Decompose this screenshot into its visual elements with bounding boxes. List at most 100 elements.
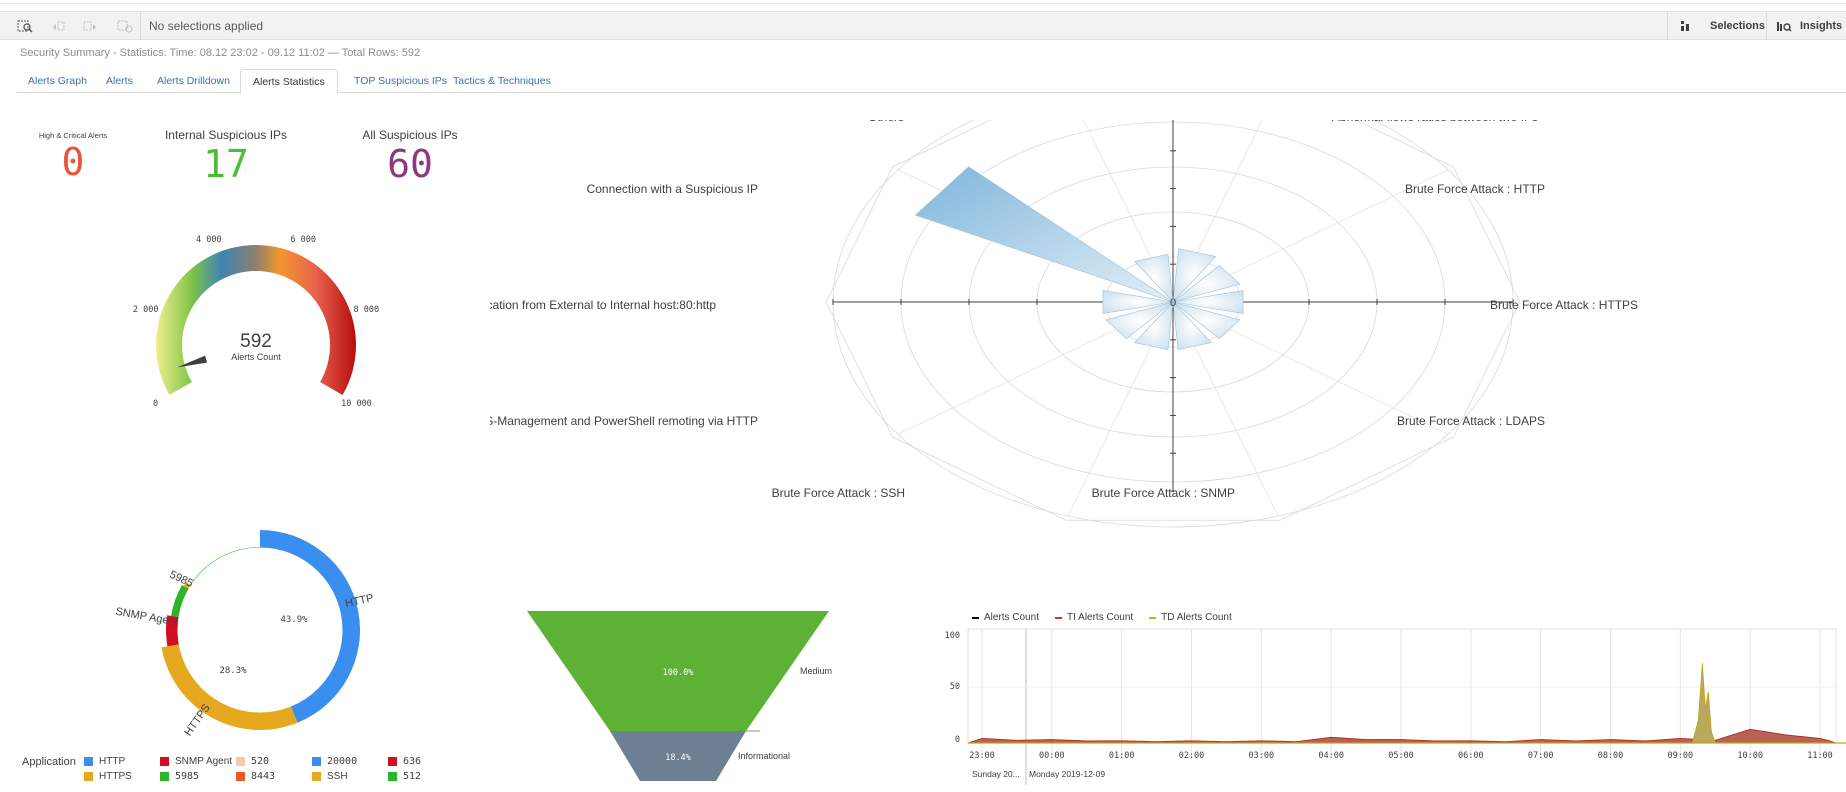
legend-item[interactable]: 8443 xyxy=(236,771,275,782)
timeline-legend: Alerts Count TI Alerts Count TD Alerts C… xyxy=(972,612,1232,623)
legend-item[interactable]: HTTP xyxy=(84,756,125,767)
polar-category-label: Brute Force Attack : HTTP xyxy=(1405,182,1545,196)
tab-tactics-techniques[interactable]: Tactics & Techniques xyxy=(441,69,563,93)
x-tick-label: 00:00 xyxy=(1039,751,1065,761)
kpi-value: 60 xyxy=(387,142,433,186)
kpi-label: All Suspicious IPs xyxy=(362,128,458,142)
kpi-value: 17 xyxy=(203,142,249,186)
gauge-tick-label: 8 000 xyxy=(354,305,380,315)
kpi-high-critical[interactable]: High & Critical Alerts 0 xyxy=(24,131,122,184)
y-tick-label: 0 xyxy=(955,735,960,745)
window-top-edge xyxy=(0,0,1846,4)
x-tick-label: 10:00 xyxy=(1737,751,1763,761)
funnel-value: 100.0% xyxy=(663,668,694,678)
polar-category-label: Abnormal flows ratios between two IPs xyxy=(1332,120,1538,124)
polar-category-label: tack : WS-Management and PowerShell remo… xyxy=(490,414,758,428)
donut-slice[interactable] xyxy=(260,530,360,723)
legend-item[interactable]: TD Alerts Count xyxy=(1149,612,1232,623)
smart-search-icon[interactable] xyxy=(14,16,36,36)
insights-icon xyxy=(1777,22,1792,32)
severity-funnel-chart[interactable]: 100.0% 18.4% Medium Informational xyxy=(520,605,860,785)
donut-slice[interactable] xyxy=(161,644,298,730)
alerts-count-gauge[interactable]: 2 000 0 4 000 6 000 8 000 10 000 592 Ale… xyxy=(100,235,430,455)
clear-selections-icon[interactable] xyxy=(114,16,136,36)
no-selections-text: No selections applied xyxy=(149,19,264,33)
gauge-tick-label: 2 000 xyxy=(133,305,159,315)
alerts-timeline-chart[interactable]: 100 50 0 23:00 00:00 01:00 02:00 03:00 04:00 0… xyxy=(930,625,1846,790)
selections-label: Selections xyxy=(1710,20,1766,32)
tab-alerts-statistics[interactable]: Alerts Statistics xyxy=(240,69,338,94)
alert-types-polar-chart[interactable]: Others Abnormal flows ratios between two … xyxy=(490,120,1740,590)
polar-category-label: Brute Force Attack : LDAPS xyxy=(1397,414,1545,428)
step-forward-icon[interactable] xyxy=(80,16,102,36)
tab-alerts-drilldown[interactable]: Alerts Drilldown xyxy=(145,69,242,93)
y-tick-label: 100 xyxy=(945,631,960,641)
x-tick-label: 04:00 xyxy=(1318,751,1344,761)
x-tick-label: 02:00 xyxy=(1179,751,1205,761)
sheet-subtitle: Security Summary - Statistics. Time: 08.… xyxy=(20,47,421,59)
gauge-arc xyxy=(156,244,356,395)
legend-item[interactable]: 520 xyxy=(236,756,269,767)
funnel-label: Medium xyxy=(800,666,832,676)
tab-alerts[interactable]: Alerts xyxy=(94,69,145,93)
toolbar-divider xyxy=(1766,12,1767,40)
series-td-alerts[interactable] xyxy=(1691,663,1716,744)
gauge-tick-label: 6 000 xyxy=(290,235,316,245)
x-tick-label: 08:00 xyxy=(1598,751,1624,761)
application-donut-chart[interactable]: 43.9% 28.3% HTTP HTTPS SNMP Agent 5985 xyxy=(100,520,420,750)
x-tick-label: 03:00 xyxy=(1249,751,1275,761)
polar-petal[interactable] xyxy=(914,166,1174,303)
gauge-tick-label: 0 xyxy=(153,399,158,409)
kpi-label: High & Critical Alerts xyxy=(38,131,108,140)
polar-category-label: Brute Force Attack : SSH xyxy=(772,486,905,500)
polar-category-label: Application from External to Internal ho… xyxy=(490,298,716,312)
x-tick-label: 09:00 xyxy=(1668,751,1694,761)
polar-category-label: Brute Force Attack : SNMP xyxy=(1092,486,1235,500)
kpi-label: Internal Suspicious IPs xyxy=(164,128,288,142)
legend-item[interactable]: HTTPS xyxy=(84,771,132,782)
x-tick-label: 11:00 xyxy=(1807,751,1833,761)
polar-category-label: Brute Force Attack : HTTPS xyxy=(1490,298,1638,312)
insights-label: Insights xyxy=(1800,20,1843,32)
legend-item[interactable]: SSH xyxy=(312,771,348,782)
x-tick-label: 23:00 xyxy=(969,751,995,761)
x-tick-label: 07:00 xyxy=(1528,751,1554,761)
selection-toolbar: No selections applied Selections Insight… xyxy=(0,11,1846,40)
y-tick-label: 50 xyxy=(950,682,960,692)
funnel-label: Informational xyxy=(738,751,790,761)
legend-item[interactable]: 636 xyxy=(388,756,421,767)
legend-item[interactable]: 5985 xyxy=(160,771,199,782)
x-tick-label: 06:00 xyxy=(1458,751,1484,761)
donut-inner-edge xyxy=(177,547,343,713)
donut-slice[interactable] xyxy=(190,547,260,586)
insights-button[interactable]: Insights xyxy=(1776,12,1842,40)
legend-title: Application xyxy=(22,756,76,768)
donut-pct-http: 43.9% xyxy=(280,615,308,625)
toolbar-divider xyxy=(140,12,141,40)
x-tick-label: 05:00 xyxy=(1388,751,1414,761)
legend-item[interactable]: TI Alerts Count xyxy=(1055,612,1133,623)
legend-item[interactable]: Alerts Count xyxy=(972,612,1039,623)
gauge-value: 592 xyxy=(240,331,272,352)
legend-item[interactable]: 512 xyxy=(388,771,421,782)
polar-category-label: Connection with a Suspicious IP xyxy=(587,182,758,196)
donut-label-snmp: SNMP Agent xyxy=(115,606,179,629)
tab-alerts-graph[interactable]: Alerts Graph xyxy=(16,69,99,93)
x-tick-label: 01:00 xyxy=(1109,751,1135,761)
polar-center-label: 0 xyxy=(1170,297,1176,309)
step-back-icon[interactable] xyxy=(47,16,69,36)
day-label: Monday 2019-12-09 xyxy=(1029,769,1105,779)
kpi-internal-suspicious-ips[interactable]: Internal Suspicious IPs 17 xyxy=(156,128,296,186)
gauge-tick-label: 10 000 xyxy=(341,399,372,409)
sheet-tabs: Alerts Graph Alerts Alerts Drilldown Ale… xyxy=(16,69,1846,94)
donut-pct-https: 28.3% xyxy=(219,666,247,676)
gauge-caption: Alerts Count xyxy=(231,352,281,362)
kpi-all-suspicious-ips[interactable]: All Suspicious IPs 60 xyxy=(350,128,470,186)
legend-item[interactable]: 20000 xyxy=(312,756,357,767)
polar-category-label: Others xyxy=(868,120,904,124)
toolbar-divider xyxy=(1667,12,1668,40)
selections-button[interactable]: Selections xyxy=(1680,12,1765,40)
funnel-value: 18.4% xyxy=(665,753,691,763)
legend-item[interactable]: SNMP Agent xyxy=(160,756,232,767)
gauge-tick-label: 4 000 xyxy=(196,235,222,245)
